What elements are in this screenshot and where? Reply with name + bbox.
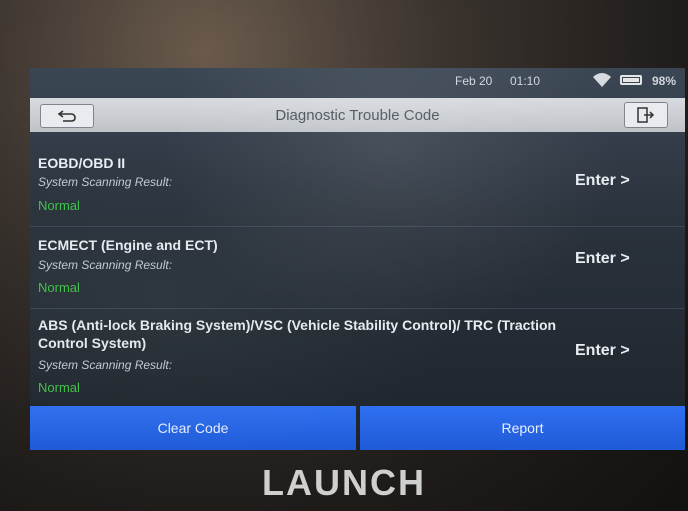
status-date: Feb 20 <box>455 74 493 88</box>
enter-button[interactable]: Enter > <box>575 342 630 360</box>
enter-button[interactable]: Enter > <box>575 250 630 268</box>
system-name: ABS (Anti-lock Braking System)/VSC (Vehi… <box>38 317 557 351</box>
enter-button[interactable]: Enter > <box>575 172 630 190</box>
status-bar: Feb 20 01:10 98% <box>30 68 685 94</box>
result-label: System Scanning Result: <box>38 175 173 189</box>
report-button[interactable]: Report <box>360 406 685 450</box>
bottom-action-bar: Clear Code Report <box>30 406 685 450</box>
battery-icon <box>620 75 642 85</box>
brand-logo: LAUNCH <box>262 462 426 503</box>
system-row[interactable]: EOBD/OBD II System Scanning Result: Norm… <box>30 148 685 227</box>
status-time: 01:10 <box>510 74 541 88</box>
device-screen: Feb 20 01:10 98% Diagnostic Trouble Code… <box>30 68 685 450</box>
result-value: Normal <box>38 280 80 295</box>
exit-button[interactable] <box>624 102 668 128</box>
wifi-icon <box>592 71 612 89</box>
result-label: System Scanning Result: <box>38 358 173 372</box>
system-row[interactable]: ABS (Anti-lock Braking System)/VSC (Vehi… <box>30 310 685 404</box>
result-value: Normal <box>38 198 80 213</box>
battery-percent: 98% <box>652 74 677 88</box>
system-name: EOBD/OBD II <box>38 155 126 171</box>
title-bar: Diagnostic Trouble Code <box>30 98 685 132</box>
result-label: System Scanning Result: <box>38 258 173 272</box>
result-value: Normal <box>38 380 80 395</box>
page-title: Diagnostic Trouble Code <box>275 107 440 124</box>
system-row[interactable]: ECMECT (Engine and ECT) System Scanning … <box>30 228 685 309</box>
system-name: ECMECT (Engine and ECT) <box>38 237 218 253</box>
clear-code-button[interactable]: Clear Code <box>30 406 356 450</box>
exit-icon <box>637 107 655 123</box>
